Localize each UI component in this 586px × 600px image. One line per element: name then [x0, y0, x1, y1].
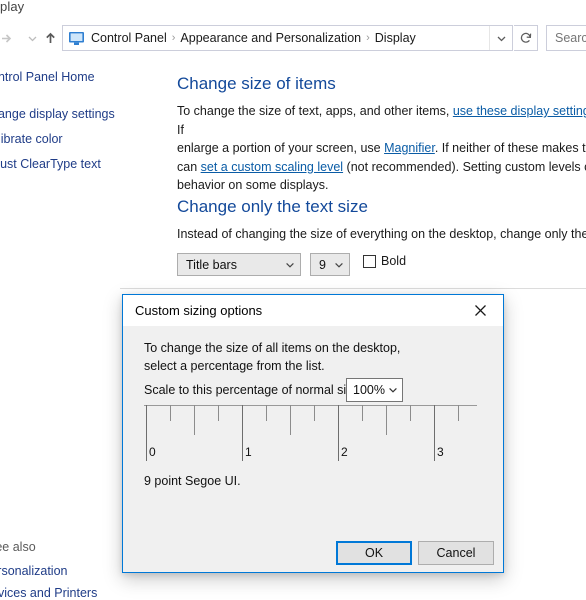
window-title-clipped: play	[0, 0, 25, 14]
breadcrumb-item-appearance[interactable]: Appearance and Personalization	[176, 31, 365, 45]
section-heading-change-size-of-items: Change size of items	[177, 74, 336, 93]
chevron-down-icon	[329, 259, 349, 271]
section1-paragraph: To change the size of text, apps, and ot…	[177, 102, 586, 195]
bold-label: Bold	[381, 254, 407, 268]
nav-link-personalization[interactable]: Personalization	[0, 564, 67, 578]
content-divider	[120, 288, 586, 289]
link-set-a-custom-scaling-level[interactable]: set a custom scaling level	[201, 160, 343, 174]
forward-button[interactable]	[0, 26, 18, 50]
dialog-instruction-text: To change the size of all items on the d…	[144, 341, 401, 373]
section1-text-5: can	[177, 159, 201, 174]
section1-text-6: (not recommended). Setting custom levels…	[343, 159, 586, 174]
ruler-label-2: 2	[341, 445, 348, 459]
breadcrumb[interactable]: Control Panel › Appearance and Personali…	[62, 25, 513, 51]
nav-link-control-panel-home[interactable]: Control Panel Home	[0, 70, 95, 84]
text-item-combobox-value: Title bars	[186, 257, 237, 272]
ruler-label-1: 1	[245, 445, 252, 459]
chevron-down-icon	[280, 259, 300, 271]
breadcrumb-item-control-panel[interactable]: Control Panel	[87, 31, 171, 45]
section1-text-1: To change the size of text, apps, and ot…	[177, 104, 453, 118]
section1-text-7: behavior on some displays.	[177, 178, 329, 192]
breadcrumb-item-display[interactable]: Display	[371, 31, 420, 45]
ruler-tick-half	[194, 405, 195, 435]
navigation-pane: Control Panel Home Change display settin…	[0, 58, 120, 600]
ruler-tick-quarter	[410, 405, 411, 421]
cancel-button[interactable]: Cancel	[418, 541, 494, 565]
ruler-label-3: 3	[437, 445, 444, 459]
scaling-ruler[interactable]: 0 1 2 3	[144, 405, 477, 467]
breadcrumb-dropdown-icon[interactable]	[489, 26, 512, 50]
font-size-combobox-value: 9	[319, 257, 326, 272]
ruler-label-0: 0	[149, 445, 156, 459]
nav-link-adjust-cleartype-text[interactable]: Adjust ClearType text	[0, 157, 101, 171]
ruler-tick-quarter	[362, 405, 363, 421]
text-item-combobox[interactable]: Title bars	[177, 253, 301, 276]
ruler-tick-quarter	[218, 405, 219, 421]
ruler-tick-quarter	[170, 405, 171, 421]
dialog-title: Custom sizing options	[135, 303, 263, 318]
search-input[interactable]: Search Co	[546, 25, 586, 51]
section-heading-change-only-text-size: Change only the text size	[177, 197, 368, 216]
ruler-tick-half	[386, 405, 387, 435]
display-monitor-icon	[67, 29, 85, 47]
scale-percentage-label: Scale to this percentage of normal size:	[144, 383, 363, 397]
see-also-label: See also	[0, 540, 36, 554]
nav-link-change-display-settings[interactable]: Change display settings	[0, 107, 115, 121]
close-x-icon[interactable]	[458, 295, 503, 325]
link-magnifier[interactable]: Magnifier	[384, 141, 435, 155]
link-use-these-display-settings[interactable]: use these display settings	[453, 104, 586, 118]
ruler-tick-quarter	[314, 405, 315, 421]
ok-button[interactable]: OK	[336, 541, 412, 565]
nav-link-devices-and-printers[interactable]: Devices and Printers	[0, 586, 97, 600]
dialog-body: To change the size of all items on the d…	[123, 326, 503, 572]
custom-sizing-options-dialog: Custom sizing options To change the size…	[122, 294, 504, 573]
scale-percentage-combobox[interactable]: 100%	[346, 378, 403, 402]
chevron-down-icon	[385, 384, 402, 396]
bold-checkbox-row[interactable]: Bold	[363, 254, 406, 268]
section2-description: Instead of changing the size of everythi…	[177, 227, 586, 241]
ruler-tick-half	[290, 405, 291, 435]
up-button[interactable]	[38, 26, 62, 50]
ruler-tick-quarter	[266, 405, 267, 421]
ruler-tick-quarter	[458, 405, 459, 421]
section1-text-4: . If neither of these makes the	[434, 141, 586, 155]
refresh-button[interactable]	[514, 25, 538, 51]
bold-checkbox[interactable]	[363, 254, 376, 268]
scale-percentage-value: 100%	[353, 383, 385, 397]
section1-text-3: enlarge a portion of your screen, use	[177, 141, 385, 155]
nav-link-calibrate-color[interactable]: Calibrate color	[0, 132, 63, 146]
dialog-titlebar[interactable]: Custom sizing options	[123, 295, 503, 326]
address-bar: Control Panel › Appearance and Personali…	[0, 18, 586, 58]
font-size-combobox[interactable]: 9	[310, 253, 350, 276]
sample-text-preview: 9 point Segoe UI.	[144, 474, 241, 488]
